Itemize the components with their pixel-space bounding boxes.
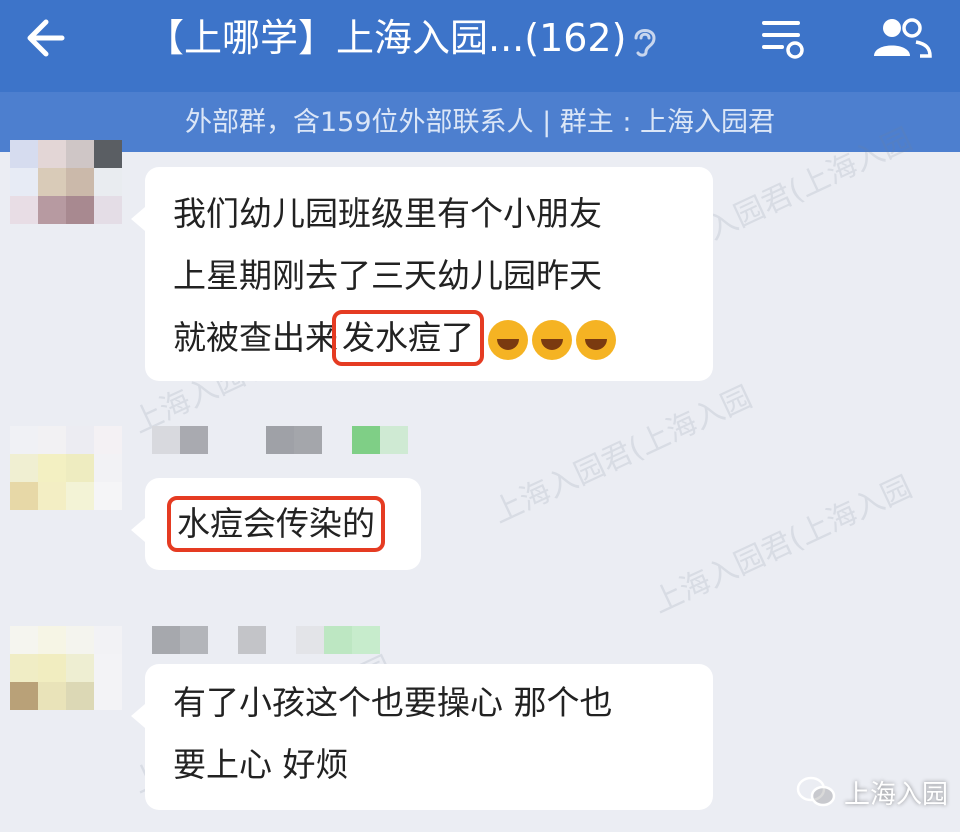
avatar[interactable]	[10, 140, 122, 224]
message-line: 要上心 好烦	[173, 745, 349, 784]
watermark-text: 上海入园君(上海入园	[647, 469, 918, 621]
sender-name-blurred	[152, 426, 408, 454]
brand-name: 上海入园	[844, 779, 949, 810]
message-text: 就被查出来	[173, 318, 338, 357]
group-info-bar[interactable]: 外部群，含159位外部联系人 | 群主 : 上海入园君	[0, 92, 960, 152]
sender-name-blurred	[152, 626, 380, 654]
back-arrow-icon[interactable]	[22, 14, 76, 62]
chat-header: 【上哪学】上海入园...(162)	[0, 0, 960, 92]
message-line: 我们幼儿园班级里有个小朋友	[173, 194, 602, 233]
message-line: 有了小孩这个也要操心 那个也	[173, 683, 613, 722]
chat-title: 【上哪学】上海入园...(162)	[146, 16, 627, 60]
group-members-icon[interactable]	[870, 16, 934, 58]
message-line: 水痘会传染的	[167, 478, 421, 570]
group-settings-icon[interactable]	[758, 15, 808, 61]
message-line: 就被查出来 发水痘了	[173, 307, 713, 369]
brand-watermark: 上海入园	[796, 770, 948, 814]
message-bubble[interactable]: 水痘会传染的	[131, 478, 421, 570]
crying-laughing-emoji-icon	[488, 319, 528, 360]
message-bubble[interactable]: 有了小孩这个也要操心 那个也 要上心 好烦	[131, 664, 713, 810]
message-bubble[interactable]: 我们幼儿园班级里有个小朋友 上星期刚去了三天幼儿园昨天 就被查出来 发水痘了	[131, 167, 713, 381]
crying-laughing-emoji-icon	[532, 319, 572, 360]
message-line: 上星期刚去了三天幼儿园昨天	[173, 256, 602, 295]
mute-ear-icon	[634, 29, 656, 57]
watermark-text: 上海入园君(上海入园	[487, 379, 758, 531]
highlighted-text: 发水痘了	[332, 310, 484, 366]
wechat-logo-icon	[796, 776, 836, 807]
avatar[interactable]	[10, 426, 122, 510]
crying-laughing-emoji-icon	[576, 319, 616, 360]
highlighted-text: 水痘会传染的	[167, 496, 385, 552]
avatar[interactable]	[10, 626, 122, 710]
